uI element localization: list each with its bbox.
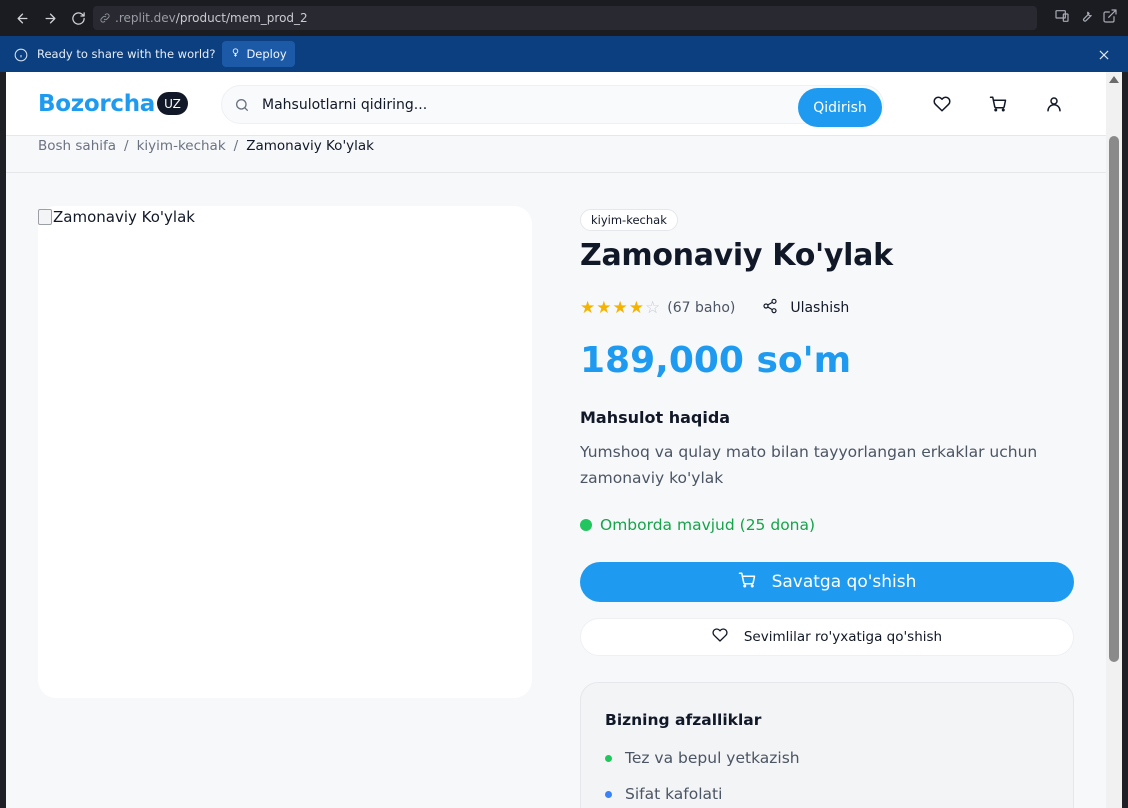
product-image: Zamonaviy Ko'ylak <box>38 206 532 698</box>
forward-icon[interactable] <box>36 4 64 32</box>
browser-toolbar: .replit.dev/product/mem_prod_2 <box>0 0 1128 36</box>
product-description: Yumshoq va qulay mato bilan tayyorlangan… <box>580 443 1038 487</box>
scrollbar[interactable] <box>1106 72 1122 808</box>
deploy-button[interactable]: Deploy <box>222 41 295 67</box>
rating-stars: ★ ★ ★ ★ ☆ <box>580 297 661 318</box>
divider <box>6 172 1106 173</box>
star-filled-icon: ★ <box>580 297 596 318</box>
search-bar <box>221 85 884 124</box>
cart-icon <box>738 571 772 594</box>
site-logo[interactable]: Bozorcha <box>38 91 155 117</box>
share-button[interactable]: Ulashish <box>762 298 849 318</box>
external-link-icon[interactable] <box>1102 8 1118 28</box>
benefit-dot <box>605 790 612 798</box>
product-title: Zamonaviy Ko'ylak <box>580 238 893 273</box>
image-alt: Zamonaviy Ko'ylak <box>38 208 195 226</box>
rating-row: ★ ★ ★ ★ ☆ (67 baho) Ulashish <box>580 298 849 318</box>
page-viewport: Bozorcha UZ Qidirish Bosh sahifa / kiyim… <box>6 72 1106 808</box>
heart-icon <box>712 627 744 647</box>
address-bar[interactable]: .replit.dev/product/mem_prod_2 <box>93 6 1037 30</box>
deploy-label: Deploy <box>246 47 287 61</box>
back-icon[interactable] <box>8 4 36 32</box>
star-empty-icon: ☆ <box>645 297 661 318</box>
benefits-heading: Bizning afzalliklar <box>605 711 762 729</box>
deploy-banner: Ready to share with the world? Deploy <box>0 36 1128 72</box>
share-icon <box>762 298 790 318</box>
category-chip[interactable]: kiyim-kechak <box>580 209 678 231</box>
star-filled-icon: ★ <box>628 297 644 318</box>
user-icon[interactable] <box>1045 95 1063 113</box>
info-icon <box>14 47 28 62</box>
add-to-favorites-button[interactable]: Sevimlilar ro'yxatiga qo'shish <box>580 618 1074 656</box>
benefits-card: Bizning afzalliklar Tez va bepul yetkazi… <box>580 682 1074 808</box>
stock-dot <box>580 519 592 531</box>
rating-count: (67 baho) <box>667 300 736 316</box>
banner-text: Ready to share with the world? <box>37 47 216 61</box>
window-edge <box>1122 72 1128 808</box>
share-label: Ulashish <box>790 300 850 316</box>
stock-status: Omborda mavjud (25 dona) <box>580 516 815 534</box>
broken-image-icon <box>38 209 52 225</box>
breadcrumb-separator: / <box>124 138 129 154</box>
breadcrumb-category[interactable]: kiyim-kechak <box>137 138 226 154</box>
site-header: Bozorcha UZ Qidirish <box>6 72 1106 136</box>
heart-icon[interactable] <box>933 95 951 113</box>
breadcrumb-separator: / <box>233 138 239 154</box>
add-to-cart-button[interactable]: Savatga qo'shish <box>580 562 1074 602</box>
star-filled-icon: ★ <box>596 297 612 318</box>
about-heading: Mahsulot haqida <box>580 408 731 427</box>
benefit-dot <box>605 754 612 762</box>
scroll-up-icon[interactable] <box>1109 76 1119 83</box>
breadcrumb-current: Zamonaviy Ko'ylak <box>246 138 374 154</box>
product-price: 189,000 so'm <box>580 340 852 381</box>
devices-icon[interactable] <box>1054 8 1070 28</box>
reload-icon[interactable] <box>64 4 92 32</box>
star-filled-icon: ★ <box>612 297 628 318</box>
image-alt-text: Zamonaviy Ko'ylak <box>53 208 195 226</box>
search-button[interactable]: Qidirish <box>798 88 882 127</box>
close-icon[interactable] <box>1097 47 1111 61</box>
benefit-item: Sifat kafolati <box>605 785 722 803</box>
rocket-icon <box>230 47 241 61</box>
stock-text: Omborda mavjud (25 dona) <box>600 516 816 534</box>
add-to-favorites-label: Sevimlilar ro'yxatiga qo'shish <box>743 629 943 645</box>
scrollbar-thumb[interactable] <box>1109 136 1119 662</box>
link-icon <box>99 9 111 28</box>
breadcrumb-home[interactable]: Bosh sahifa <box>38 138 116 154</box>
wrench-icon[interactable] <box>1078 8 1094 28</box>
benefit-text: Sifat kafolati <box>625 785 723 803</box>
add-to-cart-label: Savatga qo'shish <box>771 572 917 592</box>
url-text: .replit.dev/product/mem_prod_2 <box>115 11 308 25</box>
benefit-text: Tez va bepul yetkazish <box>625 749 800 767</box>
cart-icon[interactable] <box>989 95 1007 113</box>
search-icon <box>234 97 250 113</box>
benefit-item: Tez va bepul yetkazish <box>605 749 800 767</box>
breadcrumb: Bosh sahifa / kiyim-kechak / Zamonaviy K… <box>38 136 374 156</box>
search-input[interactable] <box>262 94 762 116</box>
language-badge[interactable]: UZ <box>157 92 188 115</box>
